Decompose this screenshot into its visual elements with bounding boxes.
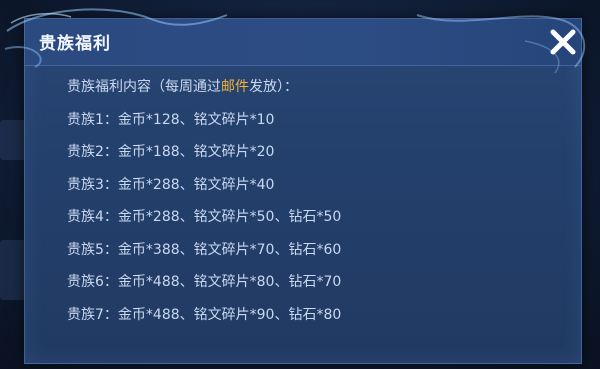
reward-line-7: 贵族7：金币*488、铭文碎片*90、钻石*80 — [67, 306, 342, 323]
game-screen: 贵族福利 贵族福利内容（每周通过邮件发放）： 贵族1：金币*128、铭文碎片*1… — [0, 0, 600, 369]
intro-line: 贵族福利内容（每周通过邮件发放）： — [67, 77, 567, 110]
close-button[interactable] — [545, 24, 581, 60]
intro-prefix: 贵族福利内容（每周通过 — [67, 79, 221, 95]
close-icon — [550, 29, 576, 55]
reward-line-4: 贵族4：金币*288、铭文碎片*50、钻石*50 — [67, 209, 342, 225]
reward-line-5: 贵族5：金币*388、铭文碎片*70、钻石*60 — [67, 241, 342, 258]
dialog-header: 贵族福利 — [25, 19, 581, 66]
benefits-content: 贵族福利内容（每周通过邮件发放）： 贵族1：金币*128、铭文碎片*10 贵族2… — [67, 77, 567, 337]
intro-suffix: 发放）： — [249, 79, 298, 95]
reward-line-1: 贵族1：金币*128、铭文碎片*10 — [67, 111, 275, 128]
reward-line-6: 贵族6：金币*488、铭文碎片*80、钻石*70 — [67, 274, 342, 290]
reward-line-2: 贵族2：金币*188、铭文碎片*20 — [67, 144, 275, 160]
dialog-title: 贵族福利 — [39, 34, 111, 54]
reward-line-3: 贵族3：金币*288、铭文碎片*40 — [67, 176, 275, 193]
mail-highlight: 邮件 — [221, 79, 249, 95]
noble-benefits-dialog: 贵族福利 贵族福利内容（每周通过邮件发放）： 贵族1：金币*128、铭文碎片*1… — [4, 8, 585, 364]
